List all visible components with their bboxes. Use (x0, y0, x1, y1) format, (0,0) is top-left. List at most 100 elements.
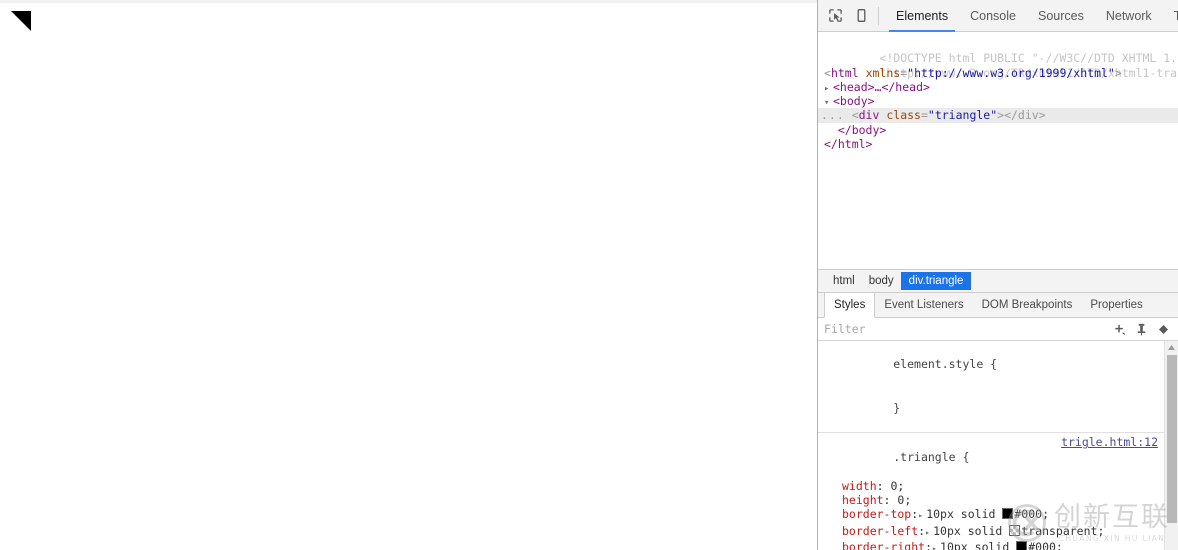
decl-border-top[interactable]: border-top:▸ 10px solid #000; (824, 507, 1178, 523)
style-source-link[interactable]: trigle.html:12 (1061, 435, 1158, 449)
tab-dom-breakpoints[interactable]: DOM Breakpoints (973, 293, 1082, 317)
triangle-selector: .triangle { (893, 449, 970, 464)
tab-elements-label: Elements (896, 8, 949, 23)
filter-diamond-icon[interactable] (1152, 319, 1174, 339)
tab-properties[interactable]: Properties (1081, 293, 1151, 317)
devtools-panel: Elements Console Sources Network Ti <!DO (818, 0, 1178, 550)
styles-pane[interactable]: element.style { } trigle.html:12 .triang… (818, 341, 1178, 550)
dom-tree[interactable]: <!DOCTYPE html PUBLIC "-//W3C//DTD XHTML… (818, 32, 1178, 270)
decl-width[interactable]: width: 0; (824, 479, 1178, 493)
breadcrumb-item-html-label: html (833, 275, 855, 287)
tab-dom-breakpoints-label: DOM Breakpoints (981, 299, 1073, 311)
html-close-bracket: > (1114, 65, 1122, 80)
decl-height-semi: ; (904, 493, 912, 508)
device-toolbar-icon[interactable] (848, 3, 874, 29)
filter-input[interactable] (824, 322, 1108, 336)
decl-border-left-colon: : (918, 523, 926, 538)
decl-border-right-prop: border-right (842, 540, 926, 550)
scrollbar-thumb[interactable] (1167, 355, 1177, 523)
tab-properties-label: Properties (1090, 299, 1143, 311)
decl-border-right-semi: ; (1055, 540, 1063, 550)
decl-border-top-prop: border-top (842, 507, 912, 522)
decl-border-right-space (1009, 540, 1016, 550)
decl-border-left-semi: ; (1097, 523, 1105, 538)
sidebar-tab-list: Styles Event Listeners DOM Breakpoints P… (818, 293, 1178, 318)
decl-width-prop: width (842, 478, 877, 493)
border-right-color-swatch[interactable] (1016, 541, 1028, 550)
html-tag-name: html (830, 65, 859, 80)
dom-gutter-ellipsis[interactable]: ... (821, 108, 845, 122)
html-xmlns-attr-value: "http://www.w3.org/1999/xhtml" (907, 65, 1115, 80)
dom-line-doctype-2: "http://www.w3.org/TR/xhtml1/DTD/xhtml1-… (818, 51, 1178, 80)
tab-console[interactable]: Console (959, 0, 1027, 32)
decl-height-colon: : (883, 493, 898, 508)
decl-height[interactable]: height: 0; (824, 493, 1178, 507)
tab-network[interactable]: Network (1095, 0, 1163, 32)
decl-border-right-colon: : (925, 540, 933, 550)
element-style-close-line: } (824, 386, 1178, 429)
dom-line-html-close[interactable]: </html> (818, 137, 1178, 151)
styles-scrollbar[interactable] (1164, 341, 1178, 550)
body-close-tag: </body> (837, 122, 887, 137)
div-close-tag: ></div> (997, 108, 1046, 123)
dom-line-head[interactable]: ▸ <head>…</head> (818, 80, 1178, 94)
tab-elements[interactable]: Elements (885, 0, 959, 32)
tab-network-label: Network (1105, 8, 1152, 23)
decl-width-semi: ; (897, 478, 905, 493)
breadcrumb-item-html[interactable]: html (826, 273, 862, 289)
scroll-up-arrow-icon[interactable] (1165, 341, 1178, 354)
dom-line-div-triangle-selected[interactable]: ... <div class="triangle"></div> (818, 108, 1178, 123)
devtools-toolbar: Elements Console Sources Network Ti (818, 0, 1178, 32)
decl-border-top-space (995, 507, 1002, 521)
tab-timeline[interactable]: Ti (1163, 0, 1178, 32)
decl-border-left-color: transparent (1021, 523, 1098, 538)
toolbar-divider (878, 6, 879, 25)
border-top-color-swatch[interactable] (1002, 508, 1014, 520)
element-style-selector-line: element.style { (824, 343, 1178, 386)
viewport-top-shade (0, 0, 817, 3)
tab-sources-label: Sources (1037, 8, 1084, 23)
border-top-expand-icon[interactable]: ▸ (918, 509, 926, 523)
html-xmlns-attr-name: xmlns (865, 65, 901, 80)
decl-border-left-space (1002, 524, 1009, 538)
inspect-cursor-icon[interactable] (822, 3, 848, 29)
decl-border-right-value: 10px solid (940, 540, 1010, 550)
dom-line-body-close[interactable]: </body> (818, 123, 1178, 137)
div-equals: = (920, 108, 928, 123)
decl-border-left[interactable]: border-left:▸ 10px solid transparent; (824, 524, 1178, 540)
breadcrumb: html body div.triangle (818, 270, 1178, 293)
html-space (859, 66, 866, 80)
decl-height-prop: height (842, 493, 884, 508)
devtools-screenshot: Elements Console Sources Network Ti <!DO (0, 0, 1178, 550)
css-rule-triangle[interactable]: trigle.html:12 .triangle { width: 0; hei… (818, 433, 1178, 550)
breadcrumb-item-body-label: body (868, 275, 894, 287)
decl-width-colon: : (876, 478, 891, 493)
decl-border-left-value: 10px solid (933, 523, 1003, 538)
breadcrumb-item-div-triangle-label: div.triangle (908, 275, 964, 287)
html-close-tag: </html> (824, 137, 873, 152)
dom-line-html-open[interactable]: <html xmlns="http://www.w3.org/1999/xhtm… (818, 66, 1178, 80)
breadcrumb-item-body[interactable]: body (862, 273, 901, 289)
border-left-expand-icon[interactable]: ▸ (925, 526, 933, 540)
breadcrumb-item-div-triangle[interactable]: div.triangle (900, 272, 972, 290)
page-viewport (0, 0, 818, 550)
decl-border-right[interactable]: border-right:▸ 10px solid #000; (824, 540, 1178, 550)
div-class-attr-name: class (886, 108, 921, 123)
decl-border-top-colon: : (911, 507, 919, 522)
dom-line-doctype-1: <!DOCTYPE html PUBLIC "-//W3C//DTD XHTML… (818, 37, 1178, 65)
tab-sources[interactable]: Sources (1027, 0, 1095, 32)
border-left-color-swatch[interactable] (1009, 524, 1021, 536)
new-style-rule-icon[interactable] (1108, 319, 1130, 339)
div-tag-name: div (858, 108, 880, 123)
dom-line-body-open[interactable]: ▾ <body> (818, 94, 1178, 108)
css-rule-element-style[interactable]: element.style { } (818, 341, 1178, 434)
triangle-shape (11, 11, 31, 31)
div-class-attr-value: "triangle" (927, 108, 998, 123)
tab-event-listeners[interactable]: Event Listeners (875, 293, 972, 317)
tab-styles-label: Styles (834, 299, 866, 311)
border-right-expand-icon[interactable]: ▸ (932, 542, 940, 550)
pin-icon[interactable] (1130, 319, 1152, 339)
body-open-tag: <body> (833, 94, 875, 109)
tab-styles[interactable]: Styles (824, 293, 876, 318)
tab-timeline-label: Ti (1173, 8, 1178, 23)
